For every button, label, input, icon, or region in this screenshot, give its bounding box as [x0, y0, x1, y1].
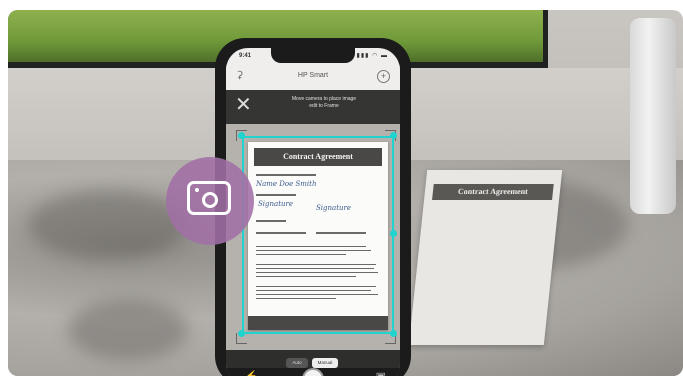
camera-lens-icon [202, 192, 218, 208]
leaf-shadow [28, 190, 188, 260]
crop-handle[interactable] [390, 230, 397, 237]
crop-frame[interactable] [242, 136, 394, 334]
plus-icon[interactable]: + [377, 70, 390, 83]
leaf-shadow [68, 300, 188, 360]
camera-toolbar: ✕ Move camera to place image edit to Fra… [226, 90, 400, 124]
app-title: HP Smart [297, 72, 329, 79]
phone-notch [271, 48, 355, 63]
camera-bottom-bar: ⚡ ▣ [226, 368, 400, 376]
gallery-icon[interactable]: ▣ [376, 370, 386, 376]
auto-mode-button[interactable]: Auto [286, 358, 308, 368]
status-icons: ▮▮▮ ◠ ▬ [356, 53, 388, 59]
app-header: ⚳ HP Smart + [226, 64, 400, 90]
crop-handle[interactable] [390, 330, 397, 337]
close-icon[interactable]: ✕ [235, 94, 252, 116]
background-paper: Contract Agreement [408, 170, 563, 345]
crop-handle[interactable] [390, 132, 397, 139]
camera-view: ✕ Move camera to place image edit to Fra… [226, 90, 400, 376]
background-cup [630, 18, 676, 214]
camera-icon [187, 181, 231, 215]
flash-icon[interactable]: ⚡ [244, 370, 258, 376]
shutter-button[interactable] [302, 368, 324, 376]
camera-dot-icon [195, 188, 199, 192]
photo-frame: Contract Agreement 9:41 ▮▮▮ ◠ ▬ ⚳ HP Sma… [8, 10, 683, 376]
manual-mode-button[interactable]: Manual [312, 358, 338, 368]
crop-handle[interactable] [238, 330, 245, 337]
camera-badge [166, 157, 254, 245]
camera-instruction: Move camera to place image edit to Frame [291, 96, 357, 109]
crop-handle[interactable] [238, 132, 245, 139]
status-time: 9:41 [239, 53, 252, 59]
background-paper-title: Contract Agreement [432, 184, 554, 200]
camera-viewfinder: Contract Agreement Name Doe Smith Signat… [226, 124, 400, 350]
